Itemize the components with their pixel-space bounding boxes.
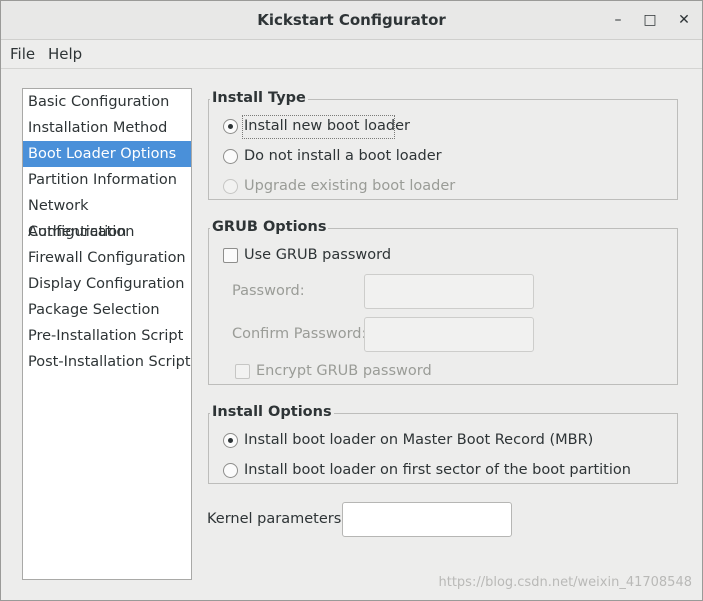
radio-install-on-boot-partition[interactable] — [223, 463, 238, 478]
radio-upgrade-existing — [223, 179, 238, 194]
password-label: Password: — [232, 283, 305, 299]
confirm-password-field — [364, 317, 534, 352]
menu-bar: File Help — [1, 40, 702, 69]
install-on-boot-partition-label[interactable]: Install boot loader on first sector of t… — [244, 462, 631, 478]
close-icon[interactable]: ✕ — [673, 9, 695, 31]
install-options-title: Install Options — [210, 404, 334, 420]
confirm-password-label: Confirm Password: — [232, 326, 367, 342]
upgrade-existing-label: Upgrade existing boot loader — [244, 178, 456, 194]
sidebar-item-partition-information[interactable]: Partition Information — [23, 167, 191, 193]
watermark-text: https://blog.csdn.net/weixin_41708548 — [438, 575, 692, 590]
sidebar-item-authentication[interactable]: Authentication — [23, 219, 191, 245]
install-new-boot-loader-label[interactable]: Install new boot loader — [244, 118, 410, 134]
sidebar-item-pre-installation-script[interactable]: Pre-Installation Script — [23, 323, 191, 349]
kernel-parameters-input[interactable] — [342, 502, 512, 537]
install-on-mbr-label[interactable]: Install boot loader on Master Boot Recor… — [244, 432, 593, 448]
sidebar-item-display-configuration[interactable]: Display Configuration — [23, 271, 191, 297]
radio-install-new-boot-loader[interactable] — [223, 119, 238, 134]
sidebar-item-post-installation-script[interactable]: Post-Installation Script — [23, 349, 191, 375]
kernel-parameters-label: Kernel parameters: — [207, 511, 347, 527]
minimize-icon[interactable]: – — [607, 9, 629, 31]
encrypt-grub-password-label: Encrypt GRUB password — [256, 363, 432, 379]
menu-file[interactable]: File — [10, 45, 35, 63]
grub-options-title: GRUB Options — [210, 219, 329, 235]
use-grub-password-label[interactable]: Use GRUB password — [244, 247, 391, 263]
do-not-install-label[interactable]: Do not install a boot loader — [244, 148, 442, 164]
app-window: Kickstart Configurator – □ ✕ File Help B… — [0, 0, 703, 601]
use-grub-password-checkbox[interactable] — [223, 248, 238, 263]
maximize-icon[interactable]: □ — [639, 9, 661, 31]
sidebar-item-boot-loader-options[interactable]: Boot Loader Options — [23, 141, 191, 167]
sidebar-item-firewall-configuration[interactable]: Firewall Configuration — [23, 245, 191, 271]
title-bar[interactable]: Kickstart Configurator – □ ✕ — [1, 1, 702, 40]
sidebar-item-network-configuration[interactable]: Network Configuration — [23, 193, 191, 240]
sidebar-item-package-selection[interactable]: Package Selection — [23, 297, 191, 323]
sidebar-item-basic-configuration[interactable]: Basic Configuration — [23, 89, 191, 115]
menu-help[interactable]: Help — [48, 45, 82, 63]
category-list: Basic Configuration Installation Method … — [22, 88, 192, 580]
sidebar-item-installation-method[interactable]: Installation Method — [23, 115, 191, 141]
password-field — [364, 274, 534, 309]
window-title: Kickstart Configurator — [257, 11, 446, 29]
install-type-title: Install Type — [210, 90, 308, 106]
encrypt-grub-password-checkbox — [235, 364, 250, 379]
radio-do-not-install[interactable] — [223, 149, 238, 164]
radio-install-on-mbr[interactable] — [223, 433, 238, 448]
